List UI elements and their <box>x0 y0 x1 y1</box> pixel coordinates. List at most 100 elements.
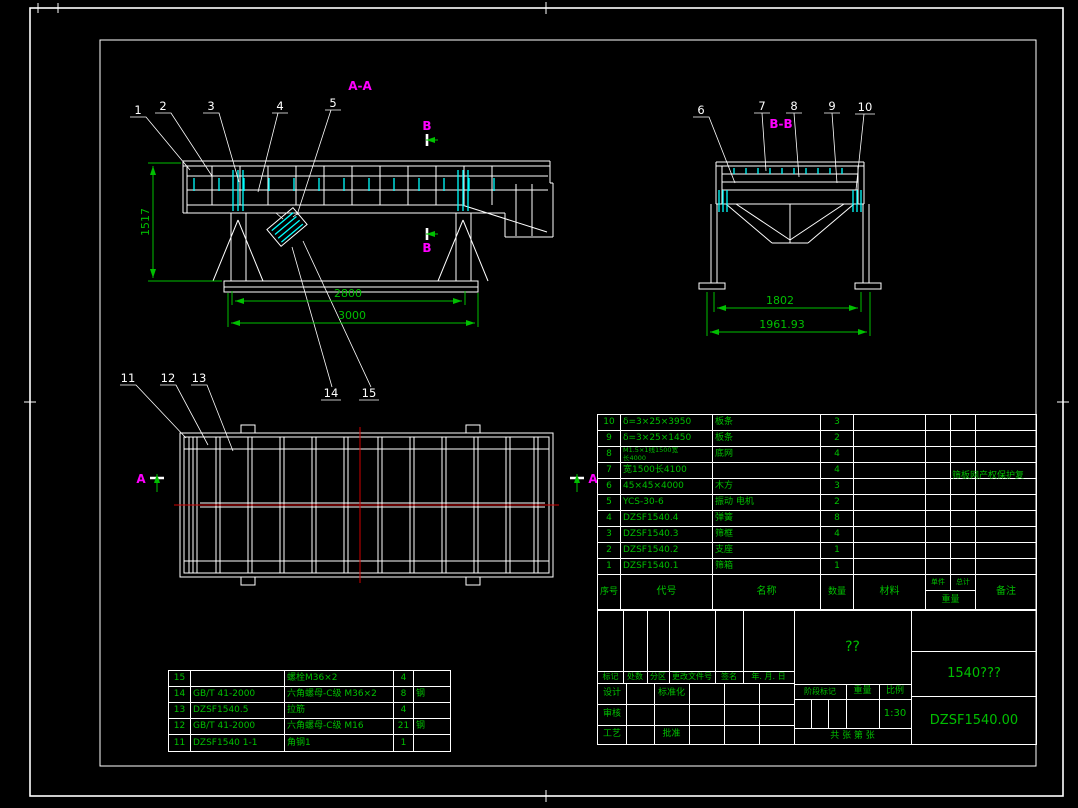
bom-code-line2: 长4000 <box>623 453 647 462</box>
parts-row: 12 GB/T 41-2000 六角螺母-C级 M16 21 钢 <box>169 719 450 735</box>
bom-qty: 1 <box>821 559 854 574</box>
label-check: 审核 <box>602 709 621 719</box>
bom-unit <box>926 527 951 542</box>
bom-qty: 4 <box>821 463 854 478</box>
callout-7: 7 <box>758 99 765 113</box>
dimensions: 1517 2800 3000 1802 1961.93 <box>139 162 871 336</box>
bom-name <box>713 463 821 478</box>
bom-header-weight: 重量 <box>941 594 960 605</box>
callout-10: 10 <box>858 100 873 114</box>
drawing-name: 1540??? <box>947 666 1001 681</box>
bom-remark <box>976 447 1036 462</box>
callout-5: 5 <box>329 96 336 110</box>
bom-total <box>951 447 976 462</box>
label-change-doc: 更改文件号 <box>672 672 712 681</box>
centerline <box>174 427 559 583</box>
parts-name: 拉筋 <box>285 703 394 718</box>
bom-total <box>951 431 976 446</box>
bom-material <box>854 415 926 430</box>
bom-row: 2 DZSF1540.2 支座 1 <box>598 543 1036 559</box>
bom-remark <box>976 527 1036 542</box>
bom-code: DZSF1540.4 <box>621 511 713 526</box>
bom-total <box>951 511 976 526</box>
label-count: 处数 <box>627 672 643 681</box>
bom-name: 振动 电机 <box>713 495 821 510</box>
callout-3: 3 <box>207 99 214 113</box>
scale-value: 1:30 <box>883 707 907 719</box>
bom-qty: 1 <box>821 543 854 558</box>
bom-qty: 3 <box>821 479 854 494</box>
bom-name: 筛箱 <box>713 559 821 574</box>
bom-unit <box>926 415 951 430</box>
callout-9: 9 <box>828 99 835 113</box>
section-mark-b-top: B <box>422 119 431 133</box>
label-sign: 签名 <box>721 672 737 681</box>
bom-code: DZSF1540.2 <box>621 543 713 558</box>
bom-qty: 4 <box>821 527 854 542</box>
bom-material <box>854 543 926 558</box>
parts-material <box>414 671 450 686</box>
label-zone: 分区 <box>650 672 666 681</box>
parts-no: 15 <box>169 671 191 686</box>
callout-15: 15 <box>362 386 377 400</box>
bom-header-total: 总计 <box>956 578 970 586</box>
bom-qty: 8 <box>821 511 854 526</box>
bom-total <box>951 543 976 558</box>
section-mark-a-left: A <box>136 472 146 486</box>
bom-no: 8 <box>598 447 621 462</box>
bom-remark <box>976 543 1036 558</box>
bom-header-name: 名称 <box>713 575 821 609</box>
bom-table: 10 δ=3×25×3950 板条 3 9 δ=3×25×1450 板条 2 8… <box>597 414 1037 610</box>
bom-qty: 2 <box>821 431 854 446</box>
parts-table: 15 螺栓M36×2 4 14 GB/T 41-2000 六角螺母-C级 M36… <box>168 670 451 752</box>
bom-remark <box>976 511 1036 526</box>
parts-no: 12 <box>169 719 191 734</box>
parts-row: 15 螺栓M36×2 4 <box>169 671 450 687</box>
balloon-callouts: 1 2 3 4 5 6 7 8 9 10 11 12 13 14 15 <box>120 96 875 452</box>
bom-total <box>951 479 976 494</box>
parts-name: 六角螺母-C级 M16 <box>285 719 394 734</box>
bom-unit <box>926 479 951 494</box>
bom-code: YCS-30-6 <box>621 495 713 510</box>
parts-qty: 8 <box>394 687 414 702</box>
bom-row: 10 δ=3×25×3950 板条 3 <box>598 415 1036 431</box>
bom-header-unit: 单件 <box>926 575 951 590</box>
bom-name: 弹簧 <box>713 511 821 526</box>
bom-total <box>951 527 976 542</box>
dim-side-width-outer: 3000 <box>338 309 366 322</box>
parts-row: 13 DZSF1540.5 拉筋 4 <box>169 703 450 719</box>
parts-name: 角钢1 <box>285 735 394 751</box>
bom-code: 宽1500长4100 <box>621 463 713 478</box>
bom-unit <box>926 463 951 478</box>
bom-unit <box>926 559 951 574</box>
parts-material: 钢 <box>416 721 426 731</box>
label-stage-mark: 阶段标记 <box>804 686 836 696</box>
drawing-number: DZSF1540.00 <box>929 712 1019 728</box>
bom-remark <box>976 495 1036 510</box>
bom-no: 10 <box>598 415 621 430</box>
dim-side-width-inner: 2800 <box>334 287 362 300</box>
bom-no: 9 <box>598 431 621 446</box>
section-mark-b-bottom: B <box>422 241 431 255</box>
parts-row: 14 GB/T 41-2000 六角螺母-C级 M36×2 8 钢 <box>169 687 450 703</box>
bom-material <box>854 447 926 462</box>
bom-header-row: 序号 代号 名称 数量 材料 单件 总计 重量 备注 <box>598 575 1036 609</box>
bom-qty: 4 <box>821 447 854 462</box>
callout-2: 2 <box>159 99 166 113</box>
bom-name: 木方 <box>713 479 821 494</box>
callout-8: 8 <box>790 99 797 113</box>
label-mark: 标记 <box>602 672 619 681</box>
parts-material <box>414 703 450 718</box>
callout-6: 6 <box>697 103 704 117</box>
parts-material <box>414 735 450 751</box>
view-label-aa: A-A <box>348 79 372 93</box>
label-standardization: 标准化 <box>657 688 685 698</box>
bom-row: 3 DZSF1540.3 筛框 4 <box>598 527 1036 543</box>
bom-header-remark: 备注 <box>996 586 1016 597</box>
dim-end-width-outer: 1961.93 <box>759 318 805 331</box>
bom-row: 9 δ=3×25×1450 板条 2 <box>598 431 1036 447</box>
bom-name: 底网 <box>713 447 821 462</box>
parts-code: GB/T 41-2000 <box>191 719 285 734</box>
bom-material <box>854 495 926 510</box>
bom-no: 6 <box>598 479 621 494</box>
